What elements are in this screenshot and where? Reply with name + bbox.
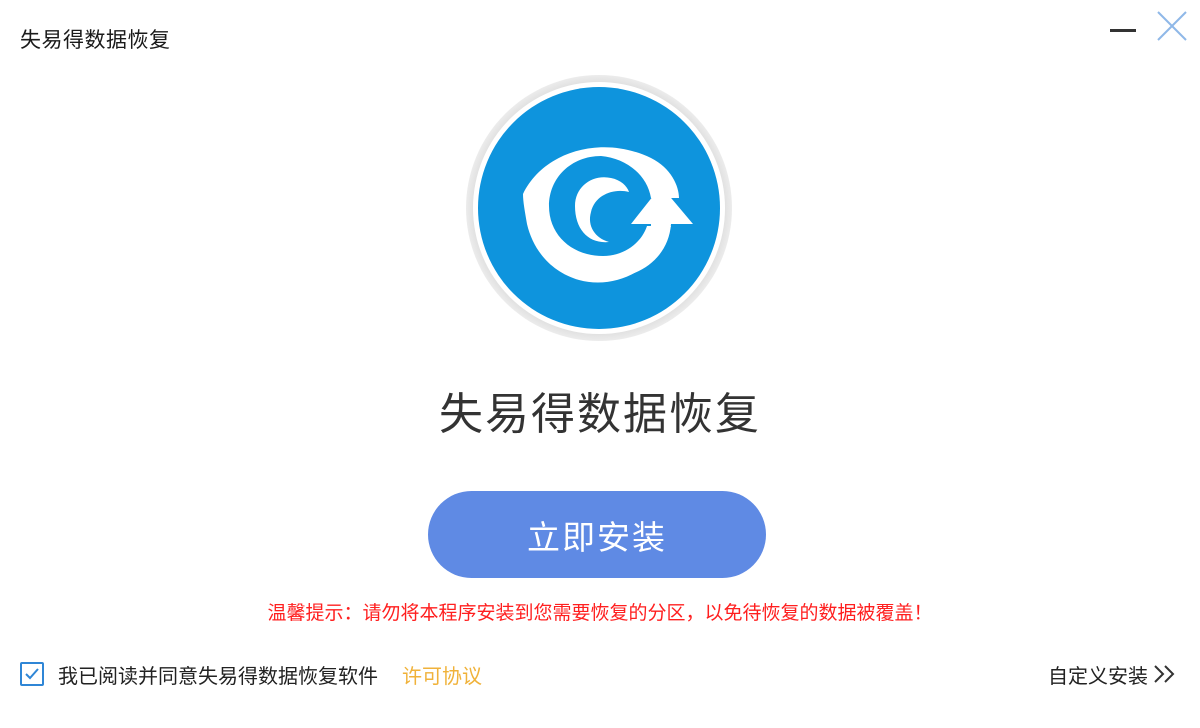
- custom-install-link[interactable]: 自定义安装: [1048, 660, 1178, 688]
- agreement-row: 我已阅读并同意失易得数据恢复软件 许可协议: [20, 660, 482, 688]
- app-logo: [465, 74, 733, 342]
- title-bar[interactable]: 失易得数据恢复: [0, 0, 1200, 70]
- warning-notice: 温馨提示：请勿将本程序安装到您需要恢复的分区，以免待恢复的数据被覆盖！: [267, 602, 933, 624]
- custom-install-label: 自定义安装: [1048, 663, 1148, 688]
- minimize-button[interactable]: [1102, 8, 1142, 44]
- agreement-checkbox[interactable]: [20, 662, 44, 686]
- close-icon: [1157, 11, 1187, 41]
- window-title: 失易得数据恢复: [20, 28, 171, 52]
- agreement-text: 我已阅读并同意失易得数据恢复软件: [58, 663, 378, 688]
- install-now-button[interactable]: 立即安装: [428, 491, 766, 578]
- checkmark-icon: [25, 668, 39, 680]
- product-name: 失易得数据恢复: [439, 389, 761, 440]
- recovery-logo-icon: [466, 75, 732, 341]
- double-chevron-right-icon: [1154, 665, 1175, 683]
- minimize-icon: [1110, 29, 1136, 32]
- license-agreement-link[interactable]: 许可协议: [402, 660, 482, 689]
- close-button[interactable]: [1150, 8, 1190, 44]
- installer-window: 失易得数据恢复 失易得数据恢复 立即安装 温馨提示：请勿将本程序安装到您需要恢复…: [0, 0, 1200, 728]
